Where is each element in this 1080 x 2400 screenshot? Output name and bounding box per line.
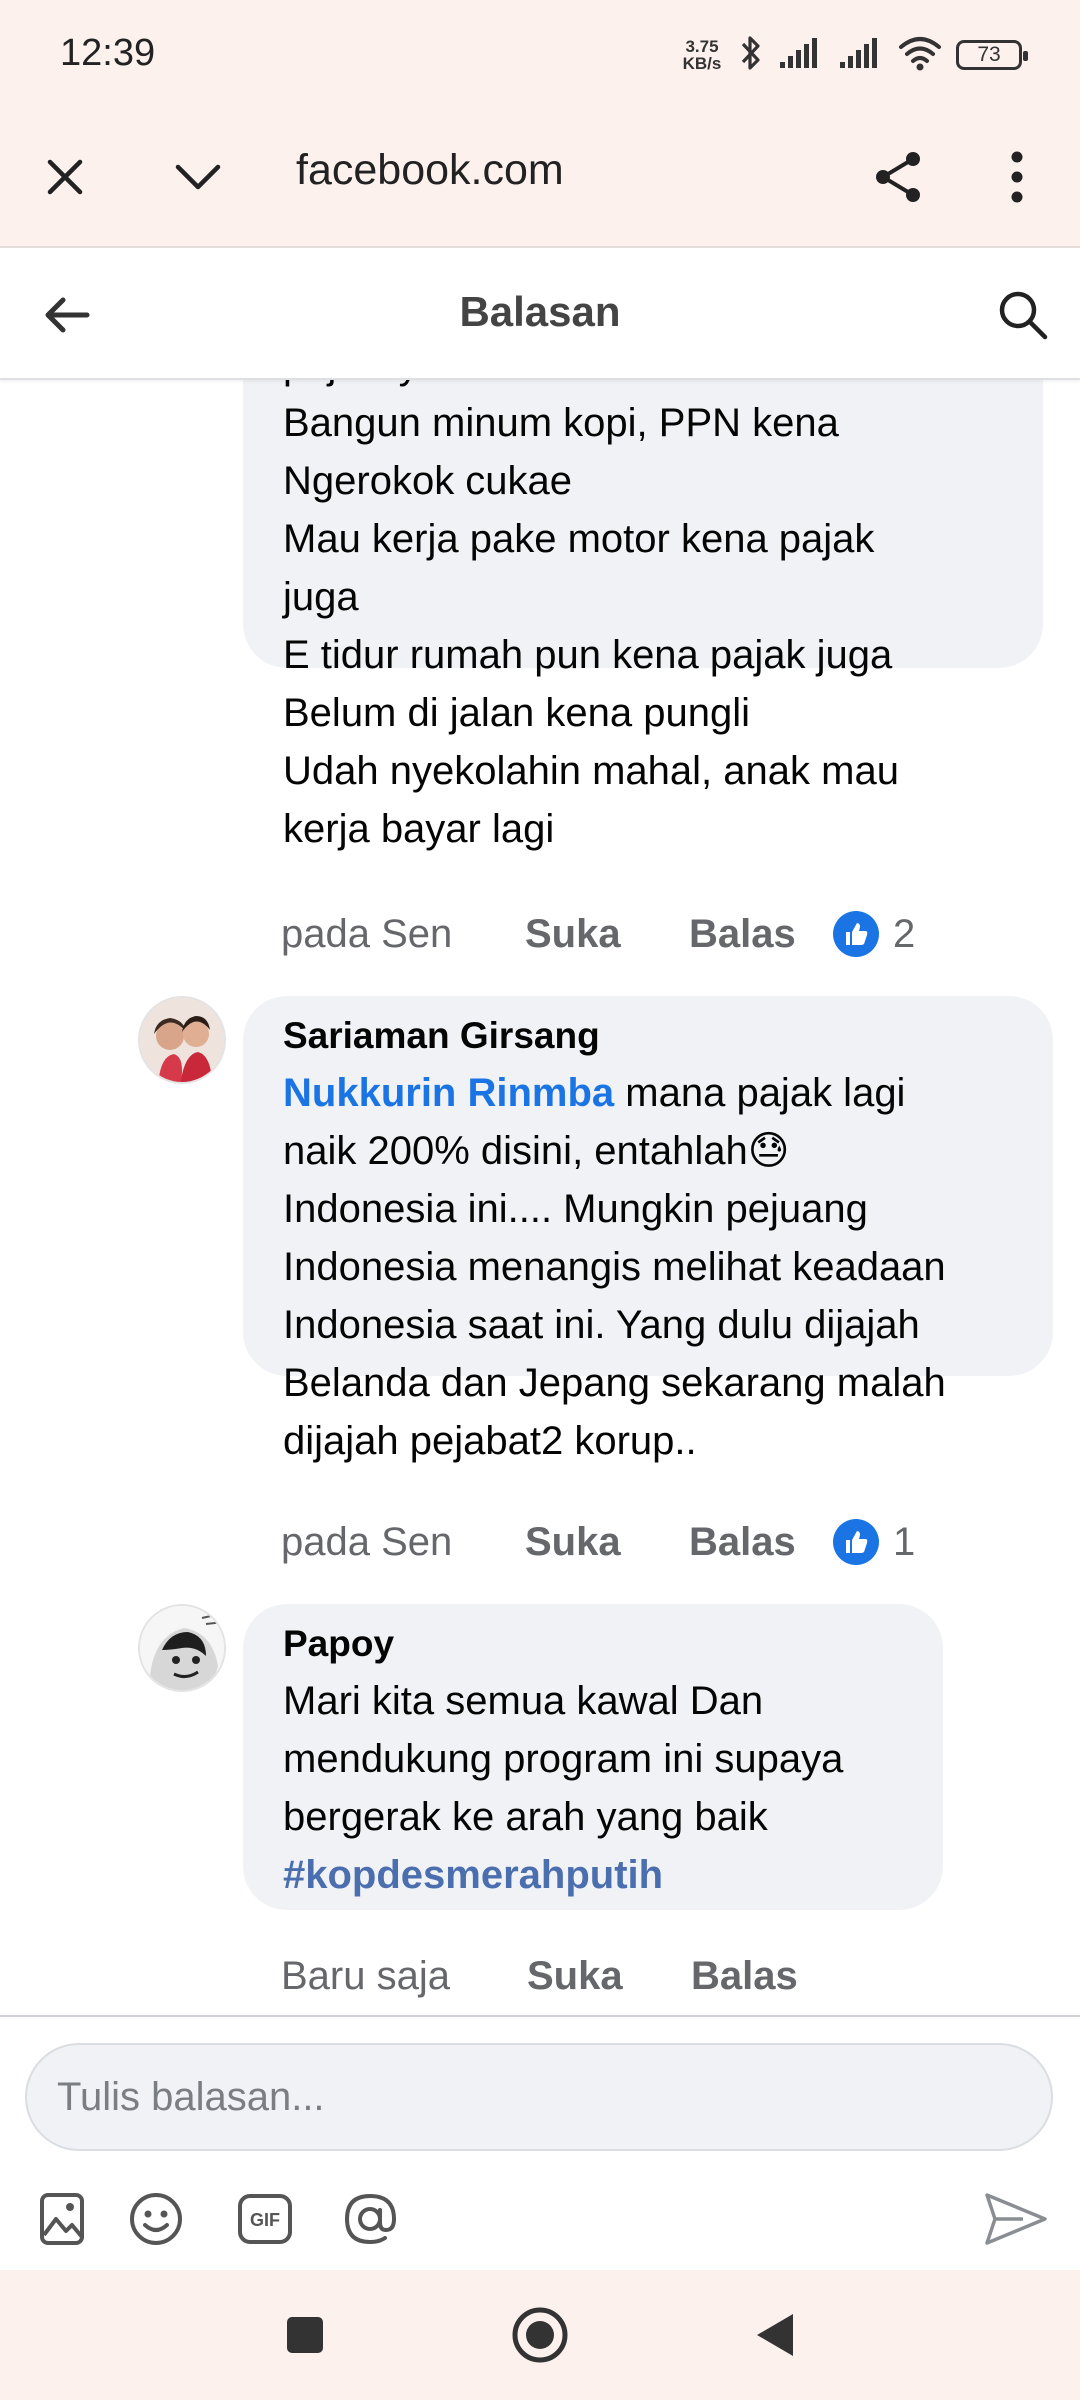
- comment-text: pajak iya Bangun minum kopi, PPN kena Ng…: [283, 380, 1003, 858]
- network-speed-unit: KB/s: [682, 54, 722, 73]
- reply-input[interactable]: [25, 2043, 1053, 2151]
- comment-line: Belum di jalan kena pungli: [283, 691, 750, 735]
- svg-text:GIF: GIF: [250, 2210, 280, 2230]
- comment-actions: pada Sen Suka Balas 1: [281, 1512, 915, 1572]
- share-icon[interactable]: [864, 142, 934, 212]
- comment-actions: Baru saja Suka Balas: [281, 1946, 835, 2006]
- page-header: Balasan: [0, 250, 1080, 380]
- comment-line-rest: mana pajak lagi: [614, 1071, 906, 1115]
- comment-author[interactable]: Sariaman Girsang: [283, 1008, 1013, 1064]
- comment-line: dijajah pejabat2 korup..: [283, 1419, 697, 1463]
- gif-icon[interactable]: GIF: [233, 2187, 297, 2251]
- comment-line: bergerak ke arah yang baik: [283, 1795, 768, 1839]
- comment-bubble[interactable]: Sariaman Girsang Nukkurin Rinmba mana pa…: [243, 996, 1053, 1463]
- reaction-count: 1: [893, 1519, 916, 1564]
- avatar[interactable]: [138, 1604, 226, 1692]
- comment-time[interactable]: pada Sen: [281, 1520, 525, 1565]
- comment-line: Mau kerja pake motor kena pajak: [283, 517, 875, 561]
- like-button[interactable]: Suka: [527, 1954, 691, 1999]
- comment-text: Nukkurin Rinmba mana pajak lagi naik 200…: [283, 1064, 1013, 1470]
- sad-sweat-emoji: 😓: [747, 1129, 790, 1173]
- thumbs-up-icon: [833, 1519, 879, 1565]
- like-button[interactable]: Suka: [525, 1520, 689, 1565]
- more-options-icon[interactable]: [982, 142, 1052, 212]
- comment-line: Belanda dan Jepang sekarang malah: [283, 1361, 946, 1405]
- reaction-count: 2: [893, 911, 916, 956]
- recents-icon[interactable]: [270, 2300, 340, 2370]
- network-speed: 3.75 KB/s: [680, 38, 724, 72]
- mention-link[interactable]: Nukkurin Rinmba: [283, 1071, 614, 1115]
- reaction-summary[interactable]: 1: [833, 1519, 915, 1565]
- chevron-down-icon[interactable]: [163, 142, 233, 212]
- status-time: 12:39: [60, 32, 156, 74]
- replies-list[interactable]: pajak iya Bangun minum kopi, PPN kena Ng…: [0, 380, 1080, 2015]
- reply-button[interactable]: Balas: [691, 1954, 835, 1999]
- signal-icon: [778, 36, 824, 75]
- comment-line: Udah nyekolahin mahal, anak mau: [283, 749, 899, 793]
- comment-actions: pada Sen Suka Balas 2: [281, 904, 915, 964]
- reaction-summary[interactable]: 2: [833, 911, 915, 957]
- comment-line: juga: [283, 575, 359, 619]
- comment-time[interactable]: Baru saja: [281, 1954, 527, 1999]
- search-icon[interactable]: [988, 280, 1058, 350]
- reply-button[interactable]: Balas: [689, 1520, 833, 1565]
- like-button[interactable]: Suka: [525, 912, 689, 957]
- comment-author[interactable]: Papoy: [283, 1616, 903, 1672]
- emoji-icon[interactable]: [124, 2187, 188, 2251]
- comment-line: Mari kita semua kawal Dan: [283, 1679, 764, 1723]
- comment-line: Indonesia menangis melihat keadaan: [283, 1245, 946, 1289]
- comment-text: Mari kita semua kawal Dan mendukung prog…: [283, 1672, 903, 1904]
- comment-line: Indonesia ini.... Mungkin pejuang: [283, 1187, 868, 1231]
- status-icons: 3.75 KB/s 73: [680, 30, 1028, 80]
- comment-line-text: naik 200% disini, entahlah: [283, 1129, 748, 1173]
- comment-line: Indonesia saat ini. Yang dulu dijajah: [283, 1303, 920, 1347]
- status-bar: 12:39 3.75 KB/s 73: [0, 0, 1080, 110]
- reply-composer: GIF: [0, 2015, 1080, 2270]
- mention-icon[interactable]: [338, 2187, 402, 2251]
- comment-line: Nukkurin Rinmba mana pajak lagi: [283, 1064, 1013, 1122]
- page-title: Balasan: [459, 288, 621, 335]
- thumbs-up-icon: [833, 911, 879, 957]
- wifi-icon: [898, 35, 942, 76]
- back-icon[interactable]: [740, 2300, 810, 2370]
- comment-line: pajak iya: [283, 380, 1003, 394]
- comment-line: E tidur rumah pun kena pajak juga: [283, 633, 893, 677]
- network-speed-value: 3.75: [685, 37, 719, 56]
- comment-line: naik 200% disini, entahlah😓: [283, 1122, 1013, 1180]
- comment-line: mendukung program ini supaya: [283, 1737, 844, 1781]
- home-icon[interactable]: [505, 2300, 575, 2370]
- send-icon[interactable]: [980, 2187, 1052, 2251]
- comment-bubble[interactable]: pajak iya Bangun minum kopi, PPN kena Ng…: [243, 380, 1043, 851]
- signal-icon-2: [838, 36, 884, 75]
- avatar[interactable]: [138, 996, 226, 1084]
- browser-toolbar: facebook.com: [0, 110, 1080, 248]
- photo-icon[interactable]: [30, 2187, 94, 2251]
- hashtag-link[interactable]: #kopdesmerahputih: [283, 1846, 903, 1904]
- comment-time[interactable]: pada Sen: [281, 912, 525, 957]
- comment-line: kerja bayar lagi: [283, 807, 555, 851]
- close-icon[interactable]: [30, 142, 100, 212]
- reply-button[interactable]: Balas: [689, 912, 833, 957]
- comment-bubble[interactable]: Papoy Mari kita semua kawal Dan mendukun…: [243, 1604, 943, 1910]
- battery-indicator: 73: [956, 40, 1028, 70]
- system-nav-bar: [0, 2270, 1080, 2400]
- comment-line: Ngerokok cukae: [283, 459, 573, 503]
- url-bar[interactable]: facebook.com: [296, 146, 564, 195]
- bluetooth-icon: [738, 33, 764, 78]
- comment-line: Bangun minum kopi, PPN kena: [283, 401, 839, 445]
